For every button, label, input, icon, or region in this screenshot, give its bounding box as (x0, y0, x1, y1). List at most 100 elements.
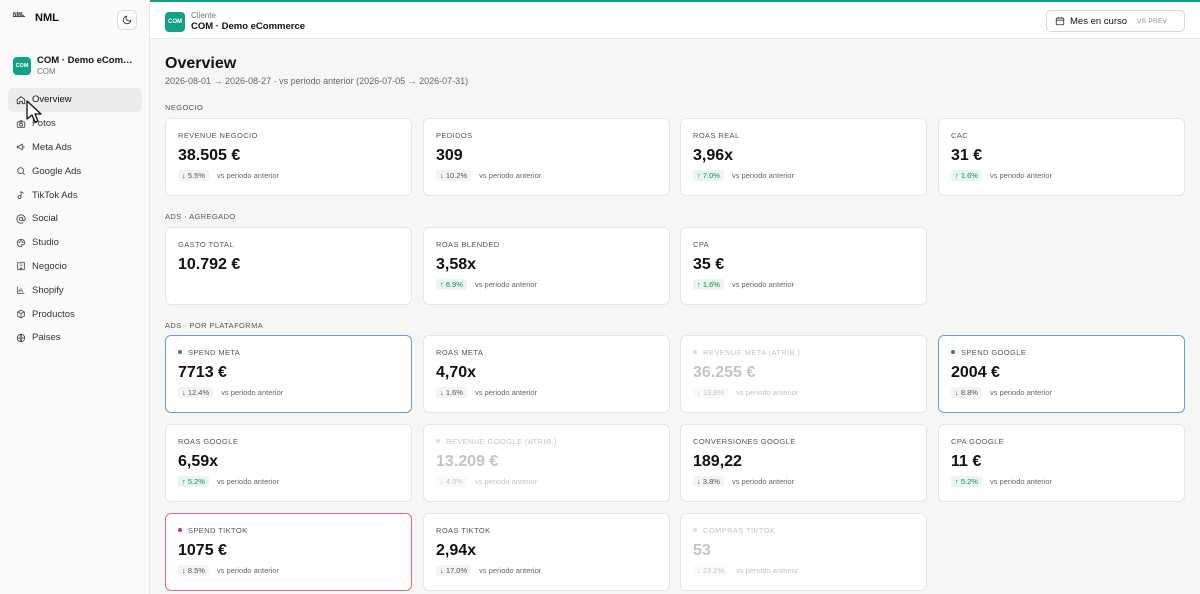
kpi-footer: ↓ 12.4% vs periodo anterior (178, 387, 399, 398)
kpi-card-gasto-total[interactable]: GASTO TOTAL 10.792 € (165, 227, 412, 305)
client-avatar: COM (165, 11, 185, 32)
kpi-card-spend-tiktok[interactable]: SPEND TIKTOK 1075 € ↓ 8.5% vs periodo anter… (165, 513, 412, 591)
kpi-footer: ↓ 4.0% vs periodo anterior (436, 476, 657, 487)
kpi-card-spend-meta[interactable]: SPEND META 7713 € ↓ 12.4% vs periodo anteri… (165, 335, 412, 413)
platform-dot-icon (951, 350, 955, 354)
nav-item-meta-ads[interactable]: Meta Ads (8, 136, 142, 160)
kpi-value: 2004 € (951, 364, 1000, 381)
comparison-label: vs periodo anterior (989, 388, 1053, 397)
kpi-card-roas-blended[interactable]: ROAS BLENDED 3,58x ↑ 6.9% vs periodo anteri… (423, 227, 670, 305)
kpi-value: 31 € (951, 147, 983, 164)
client-avatar: COM (13, 57, 31, 75)
change-badge: ↓ 12.4% (178, 387, 214, 398)
kpi-card-revenue-meta-atrib[interactable]: REVENUE META (ATRIB.) 36.255 € ↓ 13.8% vs p… (680, 335, 927, 413)
nav-item-negocio[interactable]: Negocio (8, 255, 142, 279)
kpi-footer: ↓ 3.8% vs periodo anterior (693, 476, 914, 487)
comparison-label: vs periodo anterior (474, 388, 538, 397)
moon-icon (122, 15, 132, 25)
kpi-card-compras-tiktok[interactable]: COMPRAS TIKTOK 53 ↓ 23.2% vs periodo anteri… (680, 513, 927, 591)
change-value: 4.0% (445, 477, 463, 486)
kpi-card-revenue-google-atrib[interactable]: REVENUE GOOGLE (ATRIB.) 13.209 € ↓ 4.0% vs … (423, 424, 670, 502)
building-icon (17, 262, 25, 271)
client-switcher[interactable]: COM COM · Demo eComm... COM (13, 55, 143, 77)
comparison-label: vs periodo anterior (216, 171, 280, 180)
page-subtitle: 2026-08-01 → 2026-08-27 · vs periodo ant… (165, 76, 469, 86)
kpi-card-roas-real[interactable]: ROAS REAL 3,96x ↑ 7.0% vs periodo anterior (680, 118, 927, 196)
period-selector[interactable]: Mes en curso VS PREV (1046, 10, 1185, 32)
kpi-card-revenue-negocio[interactable]: REVENUE NEGOCIO 38.505 € ↓ 5.5% vs periodo … (165, 118, 412, 196)
platform-dot-icon (436, 439, 440, 443)
kpi-value: 53 (693, 542, 711, 559)
kpi-card-cpa[interactable]: CPA 35 € ↑ 1.6% vs periodo anterior (680, 227, 927, 305)
kpi-label: REVENUE META (ATRIB.) (693, 347, 914, 357)
kpi-label: ROAS TIKTOK (436, 525, 657, 535)
period-compare-label: VS PREV (1137, 17, 1168, 25)
comparison-label: vs periodo anterior (989, 171, 1053, 180)
nav-item-shopify[interactable]: Shopify (8, 278, 142, 302)
kpi-footer: ↑ 5.2% vs periodo anterior (951, 476, 1172, 487)
nav-item-google-ads[interactable]: Google Ads (8, 159, 142, 183)
kpi-card-roas-meta[interactable]: ROAS META 4,70x ↓ 1.6% vs periodo anterior (423, 335, 670, 413)
kpi-value: 3,58x (436, 256, 477, 273)
kpi-footer: ↓ 13.8% vs periodo anterior (693, 387, 914, 398)
kpi-card-roas-tiktok[interactable]: ROAS TIKTOK 2,94x ↓ 17.0% vs periodo anteri… (423, 513, 670, 591)
kpi-label: ROAS GOOGLE (178, 436, 399, 446)
change-badge: ↓ 1.6% (436, 387, 467, 398)
comparison-label: vs periodo anterior (479, 171, 542, 180)
nav-label: Negocio (32, 260, 67, 272)
topbar: COM Cliente COM · Demo eCommerce Mes en … (150, 0, 1200, 39)
page-title: Overview (165, 55, 237, 72)
brand-name: NML (35, 12, 59, 24)
nav-item-tiktok-ads[interactable]: TikTok Ads (8, 183, 142, 207)
nav-label: Studio (32, 237, 59, 249)
kpi-label-text: SPEND TIKTOK (188, 525, 248, 535)
megaphone-icon (16, 143, 25, 152)
kpi-label: GASTO TOTAL (178, 239, 399, 249)
kpi-label: CPA (693, 239, 914, 249)
change-badge: ↑ 1.6% (951, 170, 982, 181)
comparison-label: vs periodo anterior (731, 280, 795, 289)
change-badge: ↓ 17.0% (436, 565, 472, 576)
music-note-icon (17, 191, 24, 200)
search-icon (17, 167, 26, 176)
nav-item-social[interactable]: Social (8, 207, 142, 231)
kpi-value: 11 € (951, 453, 982, 470)
box-icon (17, 309, 25, 319)
nav-item-productos[interactable]: Productos (8, 302, 142, 326)
kpi-label-text: SPEND META (188, 347, 241, 357)
kpi-card-cac[interactable]: CAC 31 € ↑ 1.6% vs periodo anterior (938, 118, 1185, 196)
kpi-value: 38.505 € (178, 147, 241, 164)
comparison-label: vs periodo anterior (731, 477, 795, 486)
comparison-label: vs periodo anterior (479, 566, 542, 575)
kpi-value: 10.792 € (178, 256, 241, 273)
kpi-label-text: ROAS TIKTOK (436, 525, 491, 535)
brand[interactable]: NML ▔▔▔ NML (13, 12, 59, 24)
theme-toggle-button[interactable] (117, 10, 137, 30)
change-badge: ↑ 5.2% (178, 476, 209, 487)
change-value: 8.5% (187, 566, 205, 575)
nav-label: Google Ads (32, 165, 82, 177)
kpi-label-text: ROAS GOOGLE (178, 436, 239, 446)
kpi-card-spend-google[interactable]: SPEND GOOGLE 2004 € ↓ 8.8% vs periodo anter… (938, 335, 1185, 413)
kpi-value: 1075 € (178, 542, 227, 559)
kpi-footer: ↓ 10.2% vs periodo anterior (436, 170, 657, 181)
nav-label: Paises (32, 332, 61, 344)
kpi-value: 3,96x (693, 147, 734, 164)
kpi-label-text: CAC (951, 130, 969, 140)
kpi-card-cpa-google[interactable]: CPA GOOGLE 11 € ↑ 5.2% vs periodo anterior (938, 424, 1185, 502)
mouse-cursor-icon (26, 100, 42, 123)
kpi-card-conversiones-google[interactable]: CONVERSIONES GOOGLE 189,22 ↓ 3.8% vs period… (680, 424, 927, 502)
change-badge: ↓ 13.8% (693, 387, 729, 398)
change-value: 5.2% (187, 477, 205, 486)
platform-dot-icon (178, 350, 182, 354)
nav-item-paises[interactable]: Paises (8, 326, 142, 350)
kpi-label-text: ROAS META (436, 347, 484, 357)
sidebar: NML ▔▔▔ NML COM COM · Demo eComm... COM O… (0, 0, 150, 594)
kpi-card-roas-google[interactable]: ROAS GOOGLE 6,59x ↑ 5.2% vs periodo anterio… (165, 424, 412, 502)
kpi-label: CPA GOOGLE (951, 436, 1172, 446)
change-badge: ↓ 23.2% (693, 565, 729, 576)
nav-item-studio[interactable]: Studio (8, 231, 142, 255)
kpi-card-pedidos[interactable]: PEDIDOS 309 ↓ 10.2% vs periodo anterior (423, 118, 670, 196)
kpi-label-text: ROAS REAL (693, 130, 740, 140)
comparison-label: vs periodo anterior (989, 477, 1053, 486)
